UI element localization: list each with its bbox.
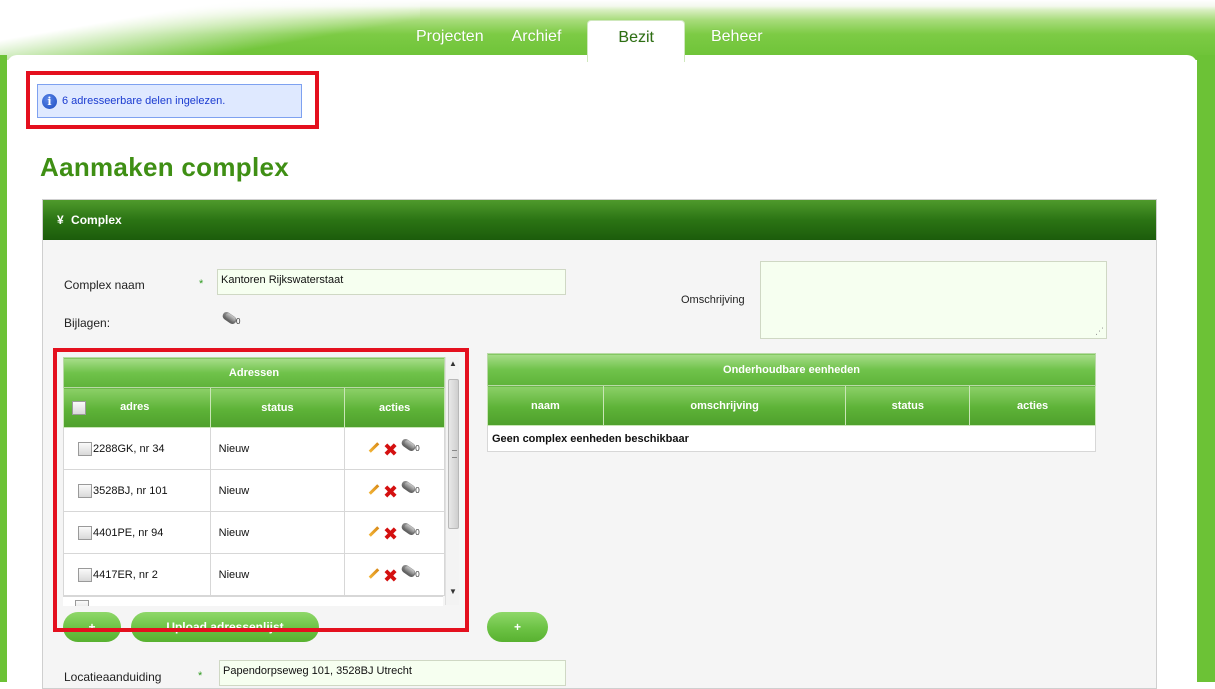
eenheden-table: Onderhoudbare eenheden naam omschrijving… bbox=[487, 353, 1096, 452]
tab-archief[interactable]: Archief bbox=[498, 20, 576, 58]
locatie-input[interactable]: Papendorpseweg 101, 3528BJ Utrecht bbox=[219, 660, 566, 686]
panel-header[interactable]: ¥ Complex bbox=[43, 200, 1156, 240]
paperclip-icon[interactable]: 0 bbox=[221, 310, 242, 326]
panel-title: Complex bbox=[71, 213, 122, 227]
tab-bezit[interactable]: Bezit bbox=[587, 20, 685, 62]
add-unit-button[interactable]: + bbox=[487, 612, 548, 642]
highlight-box-message bbox=[26, 71, 319, 129]
eenheden-caption: Onderhoudbare eenheden bbox=[487, 353, 1096, 386]
required-marker: * bbox=[198, 670, 203, 682]
collapse-icon[interactable]: ¥ bbox=[57, 213, 64, 227]
tab-projecten[interactable]: Projecten bbox=[402, 20, 498, 58]
frame-right-border bbox=[1197, 55, 1215, 682]
bijlagen-count: 0 bbox=[236, 317, 241, 326]
col-status[interactable]: status bbox=[845, 385, 971, 426]
frame-left-border bbox=[0, 55, 7, 682]
main-nav-tabs: Projecten Archief Bezit Beheer bbox=[402, 20, 777, 62]
empty-state-text: Geen complex eenheden beschikbaar bbox=[487, 425, 1096, 452]
banner-curve bbox=[0, 0, 420, 60]
complex-naam-input[interactable]: Kantoren Rijkswaterstaat bbox=[217, 269, 566, 295]
page-title: Aanmaken complex bbox=[40, 152, 290, 182]
omschrijving-label: Omschrijving bbox=[681, 294, 745, 306]
highlight-box-addresses bbox=[53, 348, 469, 632]
col-acties: acties bbox=[969, 385, 1096, 426]
resize-grip-icon[interactable]: ⋰ bbox=[1095, 327, 1104, 336]
required-marker: * bbox=[199, 278, 204, 290]
complex-naam-label: Complex naam bbox=[64, 278, 145, 292]
col-naam[interactable]: naam bbox=[487, 385, 604, 426]
tab-beheer[interactable]: Beheer bbox=[697, 20, 777, 58]
bijlagen-label: Bijlagen: bbox=[64, 316, 111, 330]
col-omschrijving[interactable]: omschrijving bbox=[602, 385, 847, 426]
omschrijving-textarea[interactable]: ⋰ bbox=[760, 261, 1107, 339]
